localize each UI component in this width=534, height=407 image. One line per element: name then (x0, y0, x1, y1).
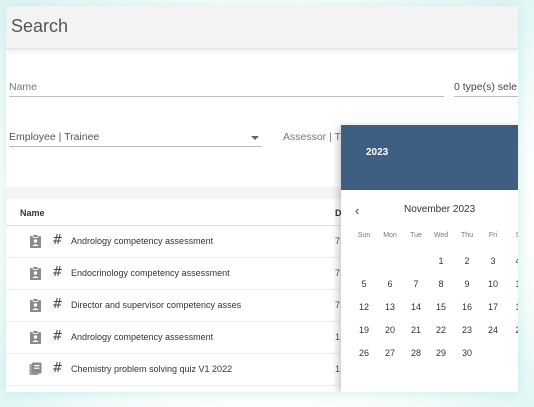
calendar-day[interactable]: 4 (507, 252, 518, 270)
quiz-icon (29, 362, 42, 375)
calendar-day[interactable]: 15 (430, 298, 452, 316)
row-name[interactable]: Andrology competency assessment (71, 332, 213, 342)
month-label: November 2023 (404, 204, 476, 215)
hash-icon: # (52, 329, 63, 344)
weekday-label: S (515, 232, 518, 239)
calendar-day[interactable]: 28 (405, 344, 427, 362)
calendar-day[interactable]: 1 (507, 275, 518, 293)
row-name[interactable]: Chemistry problem solving quiz V1 2022 (71, 364, 232, 374)
calendar-day[interactable]: 3 (482, 252, 504, 270)
calendar-day[interactable]: 26 (353, 344, 375, 362)
selected-year[interactable]: 2023 (366, 147, 388, 158)
types-select-underline (454, 96, 518, 97)
assessment-icon (30, 266, 41, 280)
previous-month-button[interactable]: ‹ (355, 203, 359, 218)
weekday-label: Fri (488, 232, 498, 239)
calendar-day[interactable]: 27 (379, 344, 401, 362)
calendar-day[interactable]: 10 (482, 275, 504, 293)
assessment-icon (30, 330, 41, 344)
weekday-label: Tue (410, 232, 422, 239)
weekday-label: Mon (383, 232, 397, 239)
employee-select-underline (9, 146, 262, 147)
search-panel: Search Name 0 type(s) sele Employee | Tr… (6, 6, 518, 392)
calendar-day[interactable]: 1 (430, 252, 452, 270)
weekday-label: Thu (460, 232, 474, 239)
calendar-day[interactable]: 22 (430, 321, 452, 339)
calendar-day[interactable]: 17 (482, 298, 504, 316)
row-name[interactable]: Endocrinology competency assessment (71, 268, 230, 278)
row-name[interactable]: Director and supervisor competency asses (71, 300, 241, 310)
calendar-day[interactable]: 19 (353, 321, 375, 339)
row-date: 1 (335, 332, 341, 342)
calendar-day[interactable]: 2 (507, 321, 518, 339)
calendar-day[interactable]: 29 (430, 344, 452, 362)
hash-icon: # (52, 265, 63, 280)
weekday-label: Sun (357, 232, 371, 239)
search-header: Search (6, 6, 518, 49)
calendar-day[interactable]: 30 (456, 344, 478, 362)
calendar-day[interactable]: 1 (507, 298, 518, 316)
weekday-label: Wed (433, 232, 449, 239)
calendar-day[interactable]: 24 (482, 321, 504, 339)
calendar-day[interactable]: 21 (405, 321, 427, 339)
calendar-day[interactable]: 7 (405, 275, 427, 293)
date-picker: 2023 ‹ November 2023 Sun Mon Tue Wed Thu… (341, 125, 518, 392)
calendar-day[interactable]: 20 (379, 321, 401, 339)
calendar-day[interactable]: 23 (456, 321, 478, 339)
page-title: Search (11, 16, 69, 36)
calendar-day[interactable]: 13 (379, 298, 401, 316)
employee-select[interactable]: Employee | Trainee (9, 131, 99, 143)
calendar-day[interactable]: 12 (353, 298, 375, 316)
row-name[interactable]: Andrology competency assessment (71, 236, 213, 246)
name-field-label[interactable]: Name (9, 81, 37, 93)
assessment-icon (30, 234, 41, 248)
calendar-day[interactable]: 16 (456, 298, 478, 316)
name-field-underline (9, 96, 444, 97)
column-header-name[interactable]: Name (20, 208, 45, 218)
calendar-day[interactable]: 5 (353, 275, 375, 293)
assessment-icon (30, 298, 41, 312)
hash-icon: # (52, 233, 63, 248)
types-select[interactable]: 0 type(s) sele (454, 81, 517, 93)
chevron-down-icon[interactable] (251, 136, 259, 140)
row-date: 1 (335, 364, 341, 374)
calendar-day[interactable]: 9 (456, 275, 478, 293)
hash-icon: # (52, 297, 63, 312)
calendar-day[interactable]: 2 (456, 252, 478, 270)
assessor-field-label[interactable]: Assessor | T (283, 131, 341, 143)
calendar-day[interactable]: 6 (379, 275, 401, 293)
calendar-day[interactable]: 8 (430, 275, 452, 293)
hash-icon: # (52, 361, 63, 376)
calendar-day[interactable]: 14 (405, 298, 427, 316)
date-picker-header: 2023 (341, 125, 518, 190)
